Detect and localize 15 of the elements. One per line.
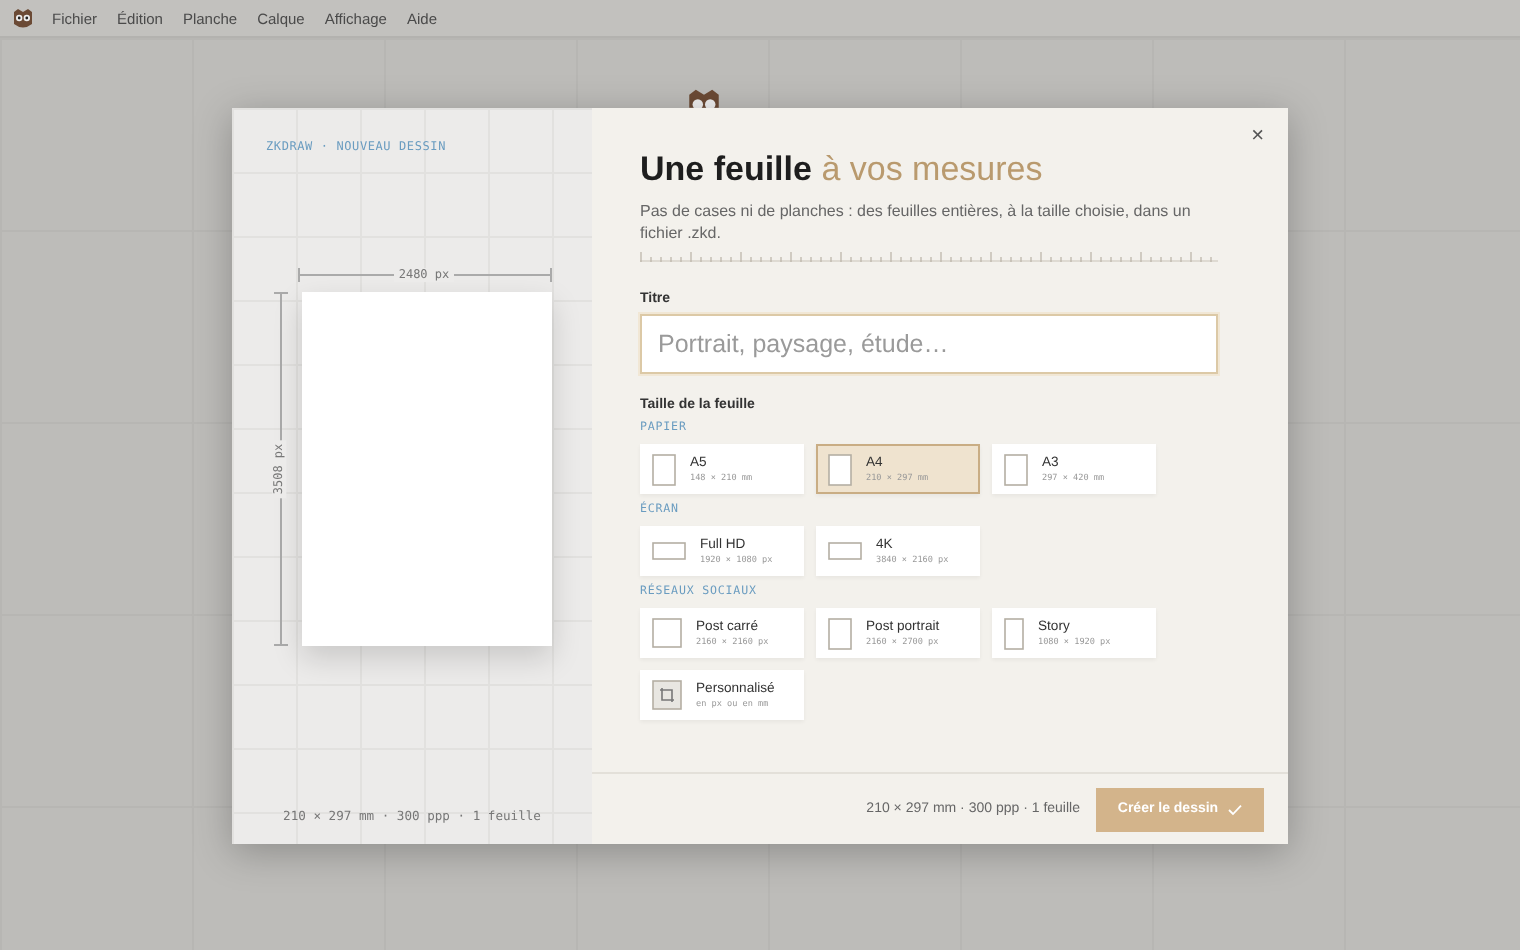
close-button[interactable]: × (1247, 124, 1268, 148)
crop-icon (652, 680, 682, 710)
sheet-icon (828, 617, 852, 649)
sheet-icon (1004, 617, 1024, 649)
dialog-title: Une feuille à vos mesures (640, 150, 1045, 190)
owl-logo-icon (12, 7, 34, 29)
sheet-icon (1004, 453, 1028, 485)
sheet-icon (652, 542, 686, 560)
sheet-icon (652, 618, 682, 648)
sheet-icon (828, 542, 862, 560)
sheet-icon (828, 453, 852, 485)
sheet-icon (652, 453, 676, 485)
check-icon (1228, 803, 1243, 815)
title-input[interactable]: Portrait, paysage, étude… (640, 314, 1218, 374)
dialog-subtitle: Pas de cases ni de planches : des feuilles entières, à la taille choisie, dans un fichier .zkd. (640, 200, 1193, 244)
